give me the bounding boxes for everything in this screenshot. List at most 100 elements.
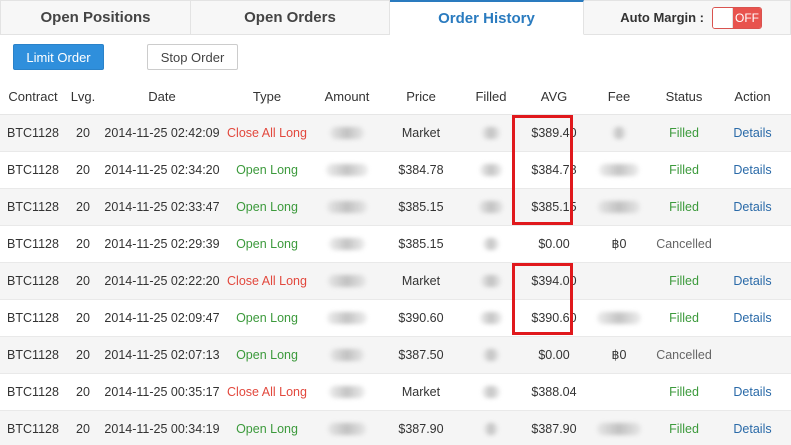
cell-type: Open Long <box>224 188 310 226</box>
cell-fee: ฿0 <box>584 336 654 374</box>
cell-price: $384.78 <box>384 151 458 189</box>
header-amount: Amount <box>310 80 384 115</box>
redacted-blur <box>483 349 499 362</box>
cell-amount-redacted <box>310 336 384 374</box>
cell-filled-redacted <box>458 114 524 152</box>
toggle-state-label: OFF <box>733 7 761 28</box>
stop-order-button[interactable]: Stop Order <box>147 44 238 70</box>
cell-fee <box>584 114 654 152</box>
details-link[interactable]: Details <box>714 151 791 189</box>
cell-amount-redacted <box>310 299 384 337</box>
cell-leverage: 20 <box>66 225 100 263</box>
cell-leverage: 20 <box>66 151 100 189</box>
cell-amount-redacted <box>310 188 384 226</box>
redacted-blur <box>483 238 499 251</box>
redacted-blur <box>597 312 641 325</box>
redacted-blur <box>327 312 367 325</box>
header-avg: AVG <box>524 80 584 115</box>
cell-filled-redacted <box>458 410 524 445</box>
cell-fee <box>584 188 654 226</box>
redacted-blur <box>599 164 639 177</box>
table-row: BTC1128 20 2014-11-25 02:33:47 Open Long $38… <box>0 188 791 226</box>
details-link[interactable]: Details <box>714 188 791 226</box>
table-header-row: Contract Lvg. Date Type Amount Price Fil… <box>0 80 791 115</box>
cell-status: Cancelled <box>654 225 714 263</box>
details-link[interactable]: Details <box>714 114 791 152</box>
cell-contract: BTC1128 <box>0 299 66 337</box>
cell-avg: $387.90 <box>524 410 584 445</box>
details-link[interactable]: Details <box>714 373 791 411</box>
redacted-blur <box>479 201 503 214</box>
header-fee: Fee <box>584 80 654 115</box>
header-status: Status <box>654 80 714 115</box>
header-action: Action <box>714 80 791 115</box>
cell-type: Open Long <box>224 410 310 445</box>
table-row: BTC1128 20 2014-11-25 02:42:09 Close All Lo… <box>0 114 791 152</box>
cell-leverage: 20 <box>66 299 100 337</box>
details-link[interactable]: Details <box>714 410 791 445</box>
cell-avg: $389.40 <box>524 114 584 152</box>
cell-type: Close All Long <box>224 373 310 411</box>
redacted-blur <box>329 238 365 251</box>
header-date: Date <box>100 80 224 115</box>
details-link[interactable]: Details <box>714 299 791 337</box>
cell-amount-redacted <box>310 225 384 263</box>
auto-margin-control: Auto Margin : OFF <box>584 0 791 35</box>
tab-open-positions[interactable]: Open Positions <box>0 0 191 35</box>
redacted-blur <box>484 423 498 436</box>
cell-fee <box>584 262 654 300</box>
redacted-blur <box>326 164 368 177</box>
redacted-blur <box>482 386 500 399</box>
cell-status: Filled <box>654 373 714 411</box>
cell-fee <box>584 299 654 337</box>
cell-avg: $390.60 <box>524 299 584 337</box>
cell-contract: BTC1128 <box>0 262 66 300</box>
cell-leverage: 20 <box>66 410 100 445</box>
redacted-blur <box>597 423 641 436</box>
redacted-blur <box>598 201 640 214</box>
cell-type: Open Long <box>224 151 310 189</box>
header-type: Type <box>224 80 310 115</box>
cell-type: Close All Long <box>224 262 310 300</box>
cell-amount-redacted <box>310 114 384 152</box>
redacted-blur <box>482 127 500 140</box>
cell-leverage: 20 <box>66 336 100 374</box>
tab-order-history[interactable]: Order History <box>390 0 584 35</box>
cell-type: Open Long <box>224 225 310 263</box>
tab-bar: Open Positions Open Orders Order History… <box>0 0 791 35</box>
cell-price: Market <box>384 373 458 411</box>
cell-contract: BTC1128 <box>0 225 66 263</box>
header-filled: Filled <box>458 80 524 115</box>
table-row: BTC1128 20 2014-11-25 00:35:17 Close All Lo… <box>0 373 791 411</box>
cell-amount-redacted <box>310 151 384 189</box>
cell-fee <box>584 151 654 189</box>
cell-price: $385.15 <box>384 225 458 263</box>
cell-status: Filled <box>654 188 714 226</box>
table-row: BTC1128 20 2014-11-25 00:34:19 Open Long $38… <box>0 410 791 445</box>
cell-status: Filled <box>654 299 714 337</box>
tab-open-orders[interactable]: Open Orders <box>191 0 390 35</box>
auto-margin-toggle[interactable]: OFF <box>712 6 762 29</box>
cell-contract: BTC1128 <box>0 188 66 226</box>
cell-leverage: 20 <box>66 188 100 226</box>
cell-leverage: 20 <box>66 262 100 300</box>
cell-date: 2014-11-25 00:35:17 <box>100 373 224 411</box>
redacted-blur <box>329 386 365 399</box>
table-row: BTC1128 20 2014-11-25 02:22:20 Close All Lo… <box>0 262 791 300</box>
cell-status: Filled <box>654 410 714 445</box>
redacted-blur <box>480 164 502 177</box>
cell-fee <box>584 373 654 411</box>
cell-contract: BTC1128 <box>0 151 66 189</box>
limit-order-button[interactable]: Limit Order <box>13 44 104 70</box>
auto-margin-label: Auto Margin : <box>620 10 704 25</box>
redacted-blur <box>481 275 501 288</box>
details-link <box>714 225 791 263</box>
cell-amount-redacted <box>310 373 384 411</box>
cell-date: 2014-11-25 02:34:20 <box>100 151 224 189</box>
cell-leverage: 20 <box>66 114 100 152</box>
details-link[interactable]: Details <box>714 262 791 300</box>
cell-price: $390.60 <box>384 299 458 337</box>
cell-filled-redacted <box>458 188 524 226</box>
cell-amount-redacted <box>310 262 384 300</box>
cell-contract: BTC1128 <box>0 410 66 445</box>
